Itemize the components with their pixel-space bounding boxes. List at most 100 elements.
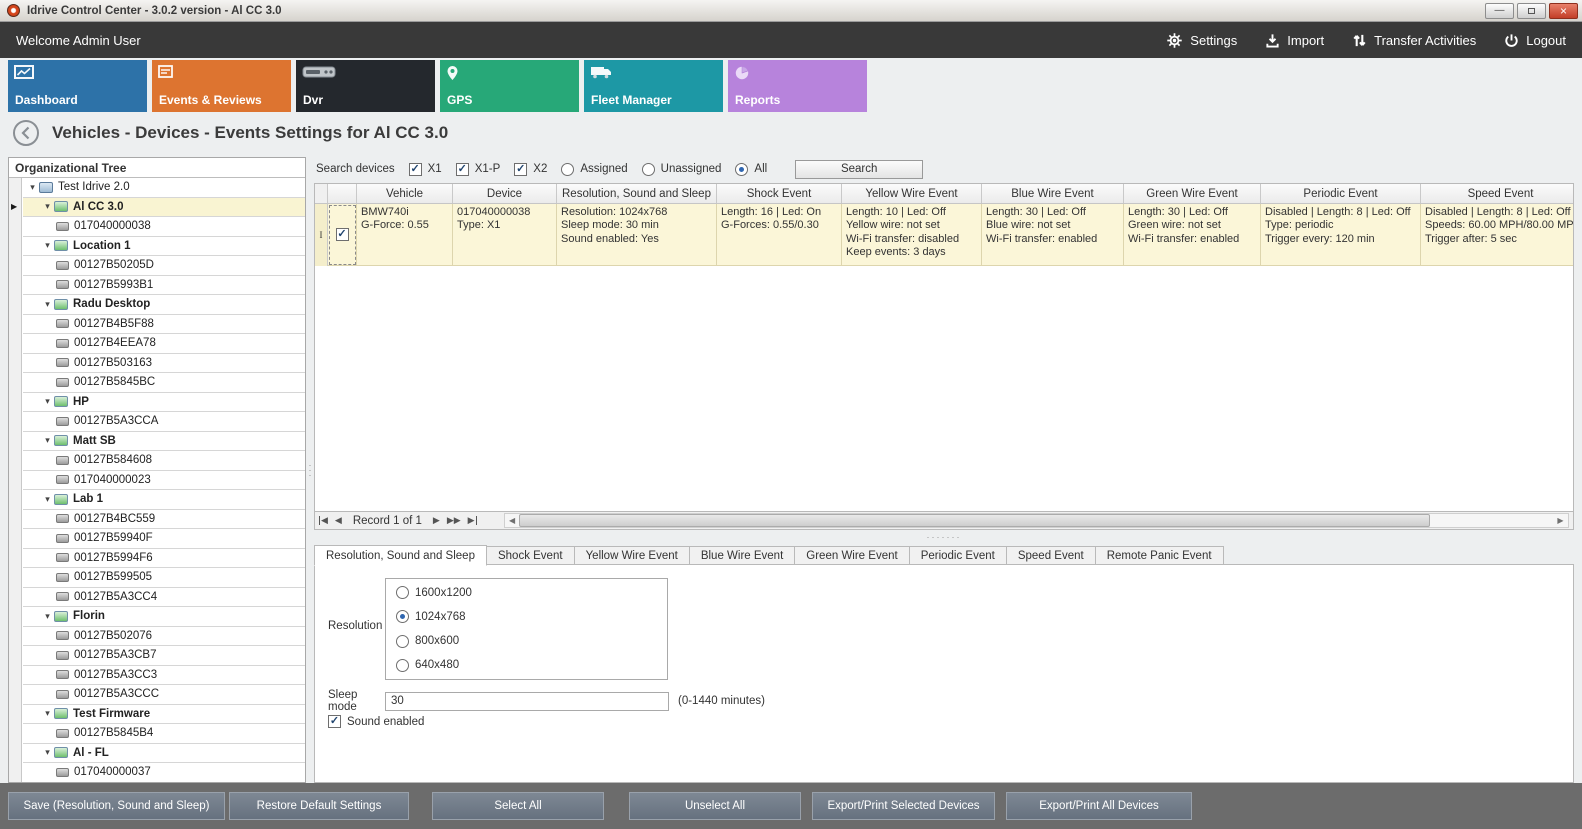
unselect-all-button[interactable]: Unselect All bbox=[629, 792, 801, 820]
filter-checkbox-x1[interactable] bbox=[409, 163, 422, 176]
tree-item-al-fl[interactable]: ▾Al - FL bbox=[23, 744, 305, 764]
filter-radio-all[interactable] bbox=[735, 163, 748, 176]
export-print-selected-devices-button[interactable]: Export/Print Selected Devices bbox=[812, 792, 995, 820]
tree-item-radu-desktop[interactable]: ▾Radu Desktop bbox=[23, 295, 305, 315]
tree-expander-icon[interactable]: ▾ bbox=[41, 435, 54, 446]
tree-item-00127b5845bc[interactable]: 00127B5845BC bbox=[23, 373, 305, 393]
tile-dashboard[interactable]: Dashboard bbox=[8, 60, 147, 112]
scroll-right-arrow-icon[interactable]: ▶ bbox=[1554, 516, 1567, 525]
grid-cell-green-wire-event[interactable]: Length: 30 | Led: OffGreen wire: not set… bbox=[1124, 204, 1261, 266]
save-resolution-sound-and-sleep-button[interactable]: Save (Resolution, Sound and Sleep) bbox=[8, 792, 225, 820]
grid-cell-device[interactable]: 017040000038Type: X1 bbox=[453, 204, 557, 266]
column-header-speed-event[interactable]: Speed Event bbox=[1421, 184, 1574, 203]
tile-reports[interactable]: Reports bbox=[728, 60, 867, 112]
grid-cell-shock-event[interactable]: Length: 16 | Led: OnG-Forces: 0.55/0.30 bbox=[717, 204, 842, 266]
settings-button[interactable]: Settings bbox=[1166, 32, 1237, 49]
tab-resolution-sound-and-sleep[interactable]: Resolution, Sound and Sleep bbox=[314, 545, 487, 566]
column-header-periodic-event[interactable]: Periodic Event bbox=[1261, 184, 1421, 203]
grid-cell-speed-event[interactable]: Disabled | Length: 8 | Led: OffSpeeds: 6… bbox=[1421, 204, 1574, 266]
tile-dvr[interactable]: Dvr bbox=[296, 60, 435, 112]
tree-item-00127b5845b4[interactable]: 00127B5845B4 bbox=[23, 724, 305, 744]
next-record-button[interactable]: ▶ bbox=[433, 516, 440, 525]
radio-button[interactable] bbox=[396, 586, 409, 599]
tree-item-00127b503163[interactable]: 00127B503163 bbox=[23, 354, 305, 374]
tree-item-00127b502076[interactable]: 00127B502076 bbox=[23, 627, 305, 647]
tree-item-00127b4bc559[interactable]: 00127B4BC559 bbox=[23, 510, 305, 530]
tree-item-00127b4eea78[interactable]: 00127B4EEA78 bbox=[23, 334, 305, 354]
sleep-mode-input[interactable]: 30 bbox=[385, 692, 669, 711]
tree-item-test-firmware[interactable]: ▾Test Firmware bbox=[23, 705, 305, 725]
tile-gps[interactable]: GPS bbox=[440, 60, 579, 112]
tab-blue-wire-event[interactable]: Blue Wire Event bbox=[690, 546, 795, 565]
tab-yellow-wire-event[interactable]: Yellow Wire Event bbox=[575, 546, 690, 565]
search-button[interactable]: Search bbox=[795, 160, 923, 179]
filter-checkbox-x2[interactable] bbox=[514, 163, 527, 176]
tile-events-reviews[interactable]: Events & Reviews bbox=[152, 60, 291, 112]
grid-cell-yellow-wire-event[interactable]: Length: 10 | Led: OffYellow wire: not se… bbox=[842, 204, 982, 266]
resolution-option-1600x1200[interactable]: 1600x1200 bbox=[396, 586, 657, 599]
tree-item-00127b5a3ccc[interactable]: 00127B5A3CCC bbox=[23, 685, 305, 705]
tree-item-00127b5a3cc4[interactable]: 00127B5A3CC4 bbox=[23, 588, 305, 608]
tree-item-00127b5994f6[interactable]: 00127B5994F6 bbox=[23, 549, 305, 569]
tree-expander-icon[interactable]: ▾ bbox=[41, 611, 54, 622]
previous-record-button[interactable]: ◀ bbox=[335, 516, 342, 525]
maximize-button[interactable] bbox=[1517, 3, 1546, 19]
tree-item-00127b5a3cca[interactable]: 00127B5A3CCA bbox=[23, 412, 305, 432]
scrollbar-track[interactable] bbox=[519, 514, 1554, 527]
next-page-button[interactable]: ▶▶ bbox=[447, 516, 461, 525]
column-header-green-wire-event[interactable]: Green Wire Event bbox=[1124, 184, 1261, 203]
grid-row[interactable]: I BMW740iG-Force: 0.55017040000038Type: … bbox=[315, 204, 1573, 266]
tree-item-location-1[interactable]: ▾Location 1 bbox=[23, 237, 305, 257]
tree-item-lab-1[interactable]: ▾Lab 1 bbox=[23, 490, 305, 510]
tree-item-00127b599505[interactable]: 00127B599505 bbox=[23, 568, 305, 588]
minimize-button[interactable]: — bbox=[1485, 3, 1514, 19]
logout-button[interactable]: Logout bbox=[1504, 33, 1566, 48]
tab-remote-panic-event[interactable]: Remote Panic Event bbox=[1096, 546, 1224, 565]
grid-cell-periodic-event[interactable]: Disabled | Length: 8 | Led: OffType: per… bbox=[1261, 204, 1421, 266]
tree-expander-icon[interactable]: ▾ bbox=[41, 240, 54, 251]
radio-button[interactable] bbox=[396, 610, 409, 623]
tree-item-00127b59940f[interactable]: 00127B59940F bbox=[23, 529, 305, 549]
tree-expander-icon[interactable]: ▾ bbox=[41, 299, 54, 310]
tree-expander-icon[interactable]: ▾ bbox=[41, 494, 54, 505]
tile-fleet-manager[interactable]: Fleet Manager bbox=[584, 60, 723, 112]
tree-item-017040000023[interactable]: 017040000023 bbox=[23, 471, 305, 491]
tree-item-00127b584608[interactable]: 00127B584608 bbox=[23, 451, 305, 471]
tab-speed-event[interactable]: Speed Event bbox=[1007, 546, 1096, 565]
tab-periodic-event[interactable]: Periodic Event bbox=[910, 546, 1007, 565]
filter-radio-unassigned[interactable] bbox=[642, 163, 655, 176]
first-record-button[interactable]: ◀ bbox=[319, 516, 328, 525]
grid-panel-splitter[interactable]: ······· bbox=[314, 530, 1574, 544]
import-button[interactable]: Import bbox=[1265, 33, 1324, 48]
radio-button[interactable] bbox=[396, 635, 409, 648]
last-record-button[interactable]: ▶ bbox=[468, 516, 477, 525]
tree-expander-icon[interactable]: ▾ bbox=[41, 708, 54, 719]
grid-cell-vehicle[interactable]: BMW740iG-Force: 0.55 bbox=[357, 204, 453, 266]
tree-expander-icon[interactable]: ▾ bbox=[41, 747, 54, 758]
tree-item-00127b5a3cb7[interactable]: 00127B5A3CB7 bbox=[23, 646, 305, 666]
row-checkbox[interactable] bbox=[336, 228, 349, 241]
tree-expander-icon[interactable]: ▾ bbox=[41, 396, 54, 407]
tree-item-00127b5993b1[interactable]: 00127B5993B1 bbox=[23, 276, 305, 296]
column-header-device[interactable]: Device bbox=[453, 184, 557, 203]
grid-horizontal-scrollbar[interactable]: ◀ ▶ bbox=[504, 513, 1569, 528]
tree-item-00127b5a3cc3[interactable]: 00127B5A3CC3 bbox=[23, 666, 305, 686]
tree-expander-icon[interactable]: ▾ bbox=[26, 182, 39, 193]
scroll-left-arrow-icon[interactable]: ◀ bbox=[506, 516, 519, 525]
resolution-option-1024x768[interactable]: 1024x768 bbox=[396, 610, 657, 623]
column-header-shock-event[interactable]: Shock Event bbox=[717, 184, 842, 203]
tree-expander-icon[interactable]: ▾ bbox=[41, 201, 54, 212]
tree-item-00127b4b5f88[interactable]: 00127B4B5F88 bbox=[23, 315, 305, 335]
back-button[interactable] bbox=[12, 119, 40, 147]
tree-item-test-idrive-2-0[interactable]: ▾Test Idrive 2.0 bbox=[23, 178, 305, 198]
grid-cell-resolution-sound-and-sleep[interactable]: Resolution: 1024x768Sleep mode: 30 minSo… bbox=[557, 204, 717, 266]
tab-green-wire-event[interactable]: Green Wire Event bbox=[795, 546, 909, 565]
tree-item-al-cc-3-0[interactable]: ▾Al CC 3.0 bbox=[23, 198, 305, 218]
sound-enabled-checkbox[interactable] bbox=[328, 715, 341, 728]
radio-button[interactable] bbox=[396, 659, 409, 672]
tree-grid-splitter[interactable]: ··· bbox=[306, 157, 314, 783]
column-header-blue-wire-event[interactable]: Blue Wire Event bbox=[982, 184, 1124, 203]
resolution-option-800x600[interactable]: 800x600 bbox=[396, 635, 657, 648]
filter-radio-assigned[interactable] bbox=[561, 163, 574, 176]
tree-item-017040000038[interactable]: 017040000038 bbox=[23, 217, 305, 237]
